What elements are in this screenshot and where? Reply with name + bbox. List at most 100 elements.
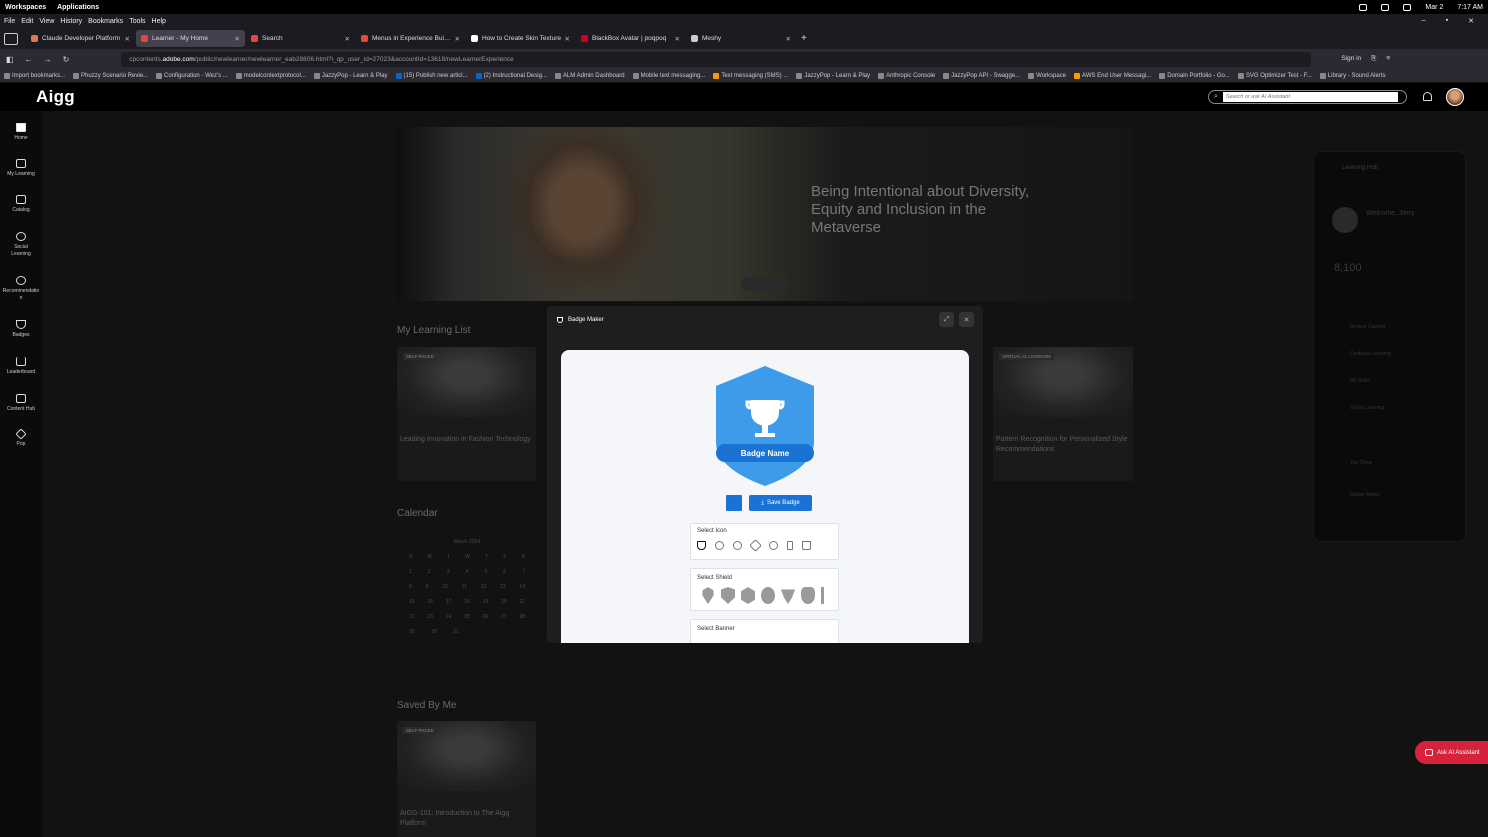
hero-banner[interactable]: Being Intentional about Diversity, Equit… [397, 127, 1133, 301]
shield-option-more[interactable] [821, 587, 824, 604]
save-badge-button[interactable]: ⤓ Save Badge [749, 495, 812, 511]
bookmark-item[interactable]: (2) Instructional Desig... [475, 72, 547, 79]
sidebar-toggle-icon[interactable]: ◧ [6, 55, 14, 64]
tab-meshy[interactable]: Meshy ✕ [686, 30, 796, 47]
tab-blackbox[interactable]: BlackBox Avatar | poqpoq ✕ [576, 30, 685, 47]
hub-item[interactable]: Browse Catalog [1350, 324, 1385, 330]
search-input[interactable]: Search or ask AI Assistant [1222, 92, 1398, 102]
ai-search-box[interactable]: ⌕ Search or ask AI Assistant [1208, 90, 1407, 104]
bookmark-item[interactable]: SVG Optimizer Test - F... [1237, 72, 1312, 79]
hero-cta-button[interactable] [741, 277, 789, 291]
bookmark-item[interactable]: Workspace [1028, 72, 1066, 79]
close-tab-icon[interactable]: ✕ [235, 35, 240, 43]
calendar-widget[interactable]: March 2024 SMTWTFS 1234567 8 9 10 11 12 13 14 … [397, 531, 537, 671]
settings-icon[interactable] [1381, 3, 1390, 11]
hub-item[interactable]: My Skills [1350, 378, 1370, 384]
bookmark-item[interactable]: modelcontextprotocol... [235, 72, 306, 79]
tab-claude[interactable]: Claude Developer Platform ✕ [26, 30, 135, 47]
hub-item[interactable]: Top Three [1350, 460, 1372, 466]
sidebar-item-recommendation[interactable]: Recommendation [0, 276, 42, 302]
sidebar-item-content-hub[interactable]: Content Hub [0, 394, 42, 412]
bookmark-item[interactable]: Domain Portfolio - Go... [1159, 72, 1230, 79]
tab-learner-home[interactable]: Learner - My Home ✕ [136, 30, 245, 47]
tab-overview-icon[interactable] [4, 32, 18, 45]
bookmark-item[interactable]: Phuzzy Scenario Revie... [73, 72, 148, 79]
hub-item[interactable]: Continue Learning [1350, 351, 1391, 357]
tab-search[interactable]: Search ✕ [246, 30, 355, 47]
bookmark-item[interactable]: Configuration - Wez's ... [156, 72, 228, 79]
shield-option-rounded[interactable] [801, 587, 815, 604]
award-icon[interactable] [733, 541, 742, 550]
forward-icon[interactable]: → [44, 55, 52, 64]
shield-option-pointed[interactable] [702, 587, 714, 604]
shield-option-hexagon[interactable] [741, 587, 755, 604]
minimize-icon[interactable]: – [1422, 17, 1426, 25]
hub-item[interactable]: Badge Maker [1350, 492, 1380, 498]
bookmark-item[interactable]: Text messaging (SMS) ... [713, 72, 788, 79]
maximize-icon[interactable]: ▪ [1446, 17, 1448, 25]
shield-option-oval[interactable] [761, 587, 775, 604]
medal-icon[interactable] [715, 541, 724, 550]
signin-button[interactable]: Sign in [1341, 55, 1361, 63]
bookmark-item[interactable]: Anthropic Console [878, 72, 935, 79]
bookmark-item[interactable]: Mobile text messaging... [632, 72, 705, 79]
bookmark-item[interactable]: JazzyPop - Learn & Play [796, 72, 870, 79]
sidebar-item-pop[interactable]: Pop [0, 428, 42, 447]
user-avatar[interactable] [1446, 88, 1464, 106]
flask-icon[interactable] [802, 541, 811, 550]
bookmark-item[interactable]: JazzyPop API - Swagge... [943, 72, 1020, 79]
back-icon[interactable]: ← [25, 55, 33, 64]
close-icon[interactable]: ✕ [959, 312, 974, 327]
torch-icon[interactable] [787, 541, 793, 550]
menu-view[interactable]: View [39, 18, 54, 25]
rocket-icon[interactable] [749, 539, 762, 552]
bookmark-item[interactable]: (15) Publish new articl... [395, 72, 468, 79]
close-window-icon[interactable]: ✕ [1468, 17, 1474, 25]
menu-file[interactable]: File [4, 18, 15, 25]
bookmark-item[interactable]: Import bookmarks... [4, 72, 65, 79]
sidebar-item-my-learning[interactable]: My Learning [0, 159, 42, 177]
bookmark-item[interactable]: AWS End User Messagi... [1074, 72, 1151, 79]
course-card[interactable]: SELF-PACED Leading Innovation in Fashion… [397, 347, 536, 481]
reload-icon[interactable]: ↻ [63, 55, 70, 64]
close-tab-icon[interactable]: ✕ [125, 35, 130, 43]
app-menu-icon[interactable]: ≡ [1386, 55, 1390, 63]
bookmark-item[interactable]: Library - Sound Alerts [1319, 72, 1386, 79]
close-tab-icon[interactable]: ✕ [786, 35, 791, 43]
course-card[interactable]: VIRTUAL CLASSROOM Pattern Recognition fo… [993, 347, 1133, 481]
shield-option-diamond[interactable] [781, 589, 795, 604]
sidebar-item-home[interactable]: Home [0, 123, 42, 141]
ask-ai-button[interactable]: Ask AI Assistant [1415, 741, 1488, 764]
tab-menus[interactable]: Menus in Experience Builde ✕ [356, 30, 465, 47]
network-icon[interactable] [1359, 3, 1368, 11]
tab-skin-texture[interactable]: How to Create Skin Texture ✕ [466, 30, 575, 47]
sidebar-item-badges[interactable]: Badges [0, 320, 42, 338]
close-tab-icon[interactable]: ✕ [565, 35, 570, 43]
close-tab-icon[interactable]: ✕ [455, 35, 460, 43]
bookmark-item[interactable]: JazzyPop - Learn & Play [313, 72, 388, 79]
close-tab-icon[interactable]: ✕ [675, 35, 680, 43]
workspaces-menu[interactable]: Workspaces [5, 4, 46, 11]
extensions-icon[interactable]: ⎘ [1371, 55, 1376, 63]
menu-tools[interactable]: Tools [129, 18, 145, 25]
check-circle-icon[interactable] [769, 541, 778, 550]
applications-menu[interactable]: Applications [57, 4, 99, 11]
close-tab-icon[interactable]: ✕ [345, 35, 350, 43]
hub-item[interactable]: Social Learning [1350, 405, 1384, 411]
notification-bell-icon[interactable] [1423, 92, 1432, 101]
menu-edit[interactable]: Edit [21, 18, 33, 25]
bookmark-item[interactable]: ALM Admin Dashboard [554, 72, 625, 79]
course-card[interactable]: SELF-PACED AIGG-101: Introduction to The… [397, 721, 536, 837]
sidebar-item-leaderboard[interactable]: Leaderboard [0, 357, 42, 375]
menu-help[interactable]: Help [152, 18, 166, 25]
sidebar-item-catalog[interactable]: Catalog [0, 195, 42, 213]
url-field[interactable]: cpcontents. adobe.com/public/newlearner/n… [121, 51, 1312, 67]
new-tab-button[interactable]: + [801, 33, 807, 44]
volume-icon[interactable] [1403, 3, 1412, 11]
menu-history[interactable]: History [60, 18, 82, 25]
app-logo[interactable]: Aigg [36, 87, 75, 107]
menu-bookmarks[interactable]: Bookmarks [88, 18, 123, 25]
trophy-icon[interactable] [697, 541, 706, 550]
shield-option-classic[interactable] [721, 587, 735, 604]
sidebar-item-social[interactable]: Social Learning [0, 232, 42, 258]
